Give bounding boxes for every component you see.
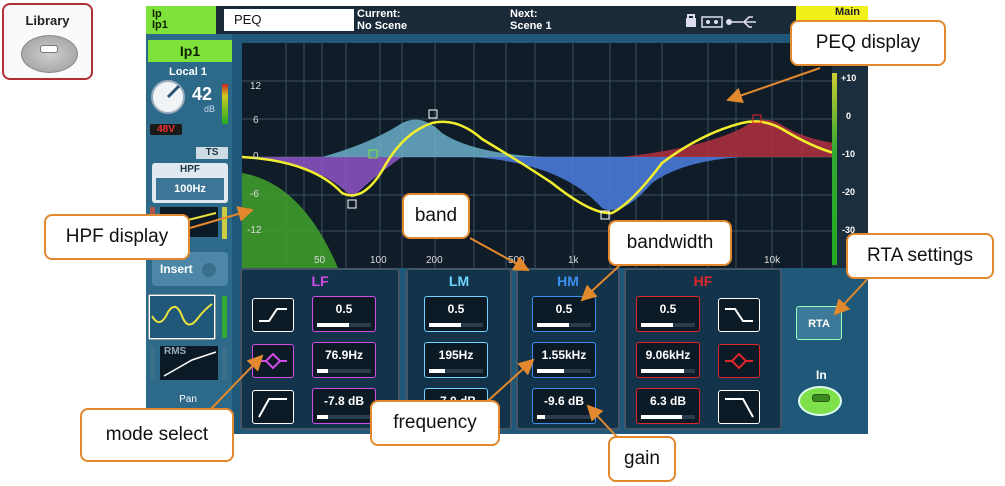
- callout-hpf-display: HPF display: [44, 214, 190, 260]
- callout-bandwidth: bandwidth: [608, 220, 732, 266]
- callout-gain: gain: [608, 436, 676, 482]
- callout-frequency: frequency: [370, 400, 500, 446]
- callout-rta-settings: RTA settings: [846, 233, 994, 279]
- callout-peq-display: PEQ display: [790, 20, 946, 66]
- callout-mode-select: mode select: [80, 408, 234, 462]
- callout-band: band: [402, 193, 470, 239]
